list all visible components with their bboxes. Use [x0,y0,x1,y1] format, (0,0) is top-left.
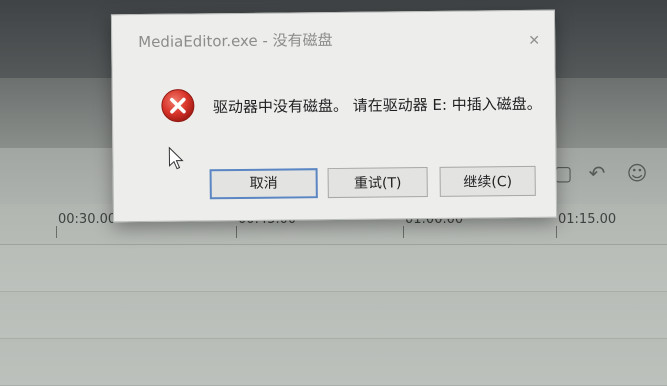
timeline-track[interactable] [0,339,667,386]
tick-mark [556,226,557,238]
tick-mark [403,226,404,238]
tick-mark [56,226,57,238]
retry-button[interactable]: 重试(T) [327,167,428,199]
timeline-tick-label: 01:15.00 [558,212,617,227]
emoji-icon[interactable]: ☺ [624,160,650,186]
undo-icon[interactable]: ↶ [584,160,610,186]
timeline-track[interactable] [0,245,667,292]
close-icon[interactable]: ✕ [526,33,542,49]
mouse-cursor-icon [168,146,184,170]
dialog-title: MediaEditor.exe - 没有磁盘 [138,31,333,52]
no-disk-dialog: MediaEditor.exe - 没有磁盘 ✕ 驱动器中没有磁盘。 请在驱动器… [110,9,558,223]
tick-mark [236,226,237,238]
continue-button[interactable]: 继续(C) [439,165,536,197]
timeline-track[interactable] [0,292,667,339]
dialog-message: 驱动器中没有磁盘。 请在驱动器 E: 中插入磁盘。 [212,94,542,117]
cancel-button[interactable]: 取消 [209,168,318,200]
timeline-tick-label: 00:30.00 [58,212,117,227]
error-icon [161,89,195,123]
